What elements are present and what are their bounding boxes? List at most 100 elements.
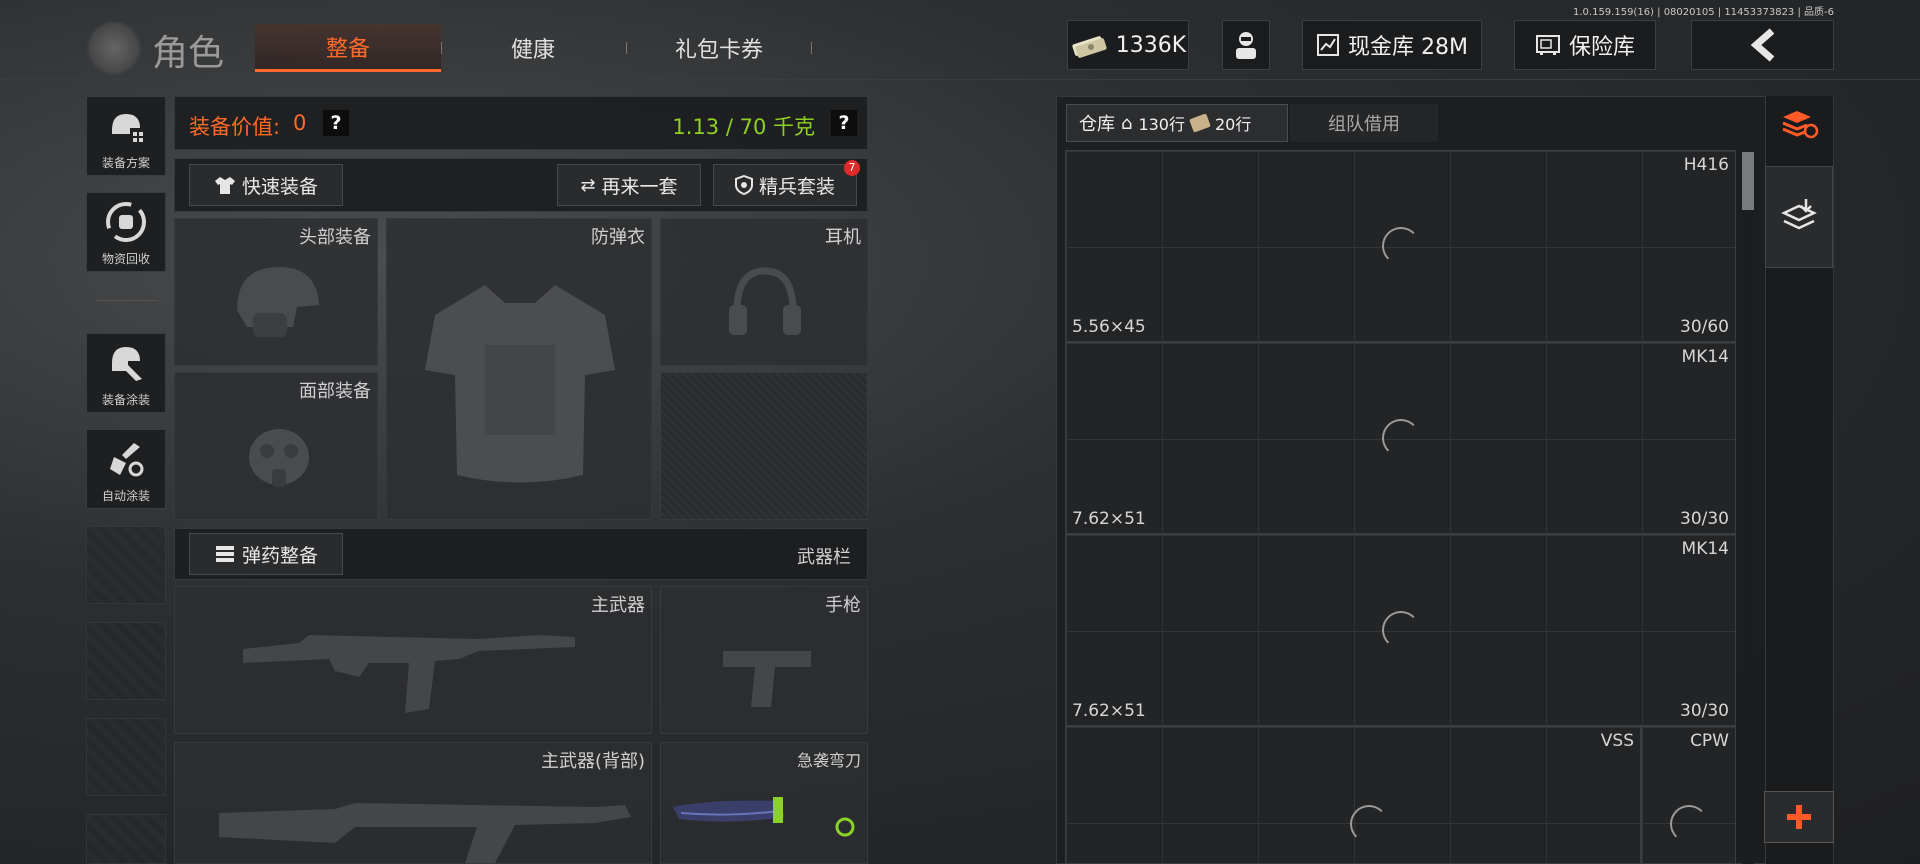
slot-label: 手枪: [825, 595, 861, 616]
chevron-left-icon: [1750, 28, 1774, 62]
sidebar-item-skin[interactable]: 装备涂装: [86, 333, 166, 413]
warehouse-item[interactable]: CPW: [1641, 726, 1736, 864]
cash-vault-button[interactable]: 现金库 28M: [1302, 20, 1482, 70]
item-capacity: 30/60: [1680, 317, 1729, 337]
knife-icon: [673, 797, 855, 837]
slot-label: 急袭弯刀: [796, 751, 861, 770]
loading-spinner-icon: [1670, 805, 1708, 843]
gas-mask-icon: [249, 429, 309, 487]
quick-equip-button[interactable]: 快速装备: [189, 164, 343, 206]
warehouse-item[interactable]: MK14 7.62×51 30/30: [1065, 342, 1736, 534]
add-row-button[interactable]: [1764, 791, 1834, 843]
cash-stack-icon: [1072, 36, 1107, 58]
scrollbar-thumb[interactable]: [1742, 152, 1754, 210]
elite-kit-badge: 7: [844, 160, 860, 176]
refresh-icon: ⇄: [580, 174, 596, 196]
headset-slot[interactable]: 耳机: [660, 218, 868, 366]
layer-download-button[interactable]: [1765, 166, 1833, 268]
helmet-icon: [237, 267, 319, 337]
sidebar-item-label: 装备方案: [101, 156, 150, 170]
rifle-silhouette-icon: [219, 803, 631, 863]
tab-gift-cards[interactable]: 礼包卡券: [627, 24, 811, 72]
value-help-button[interactable]: ?: [323, 110, 349, 136]
tab-equip[interactable]: 整备: [255, 24, 441, 72]
warehouse-item[interactable]: H416 5.56×45 30/60: [1065, 150, 1736, 342]
sidebar-item-loadout-plan[interactable]: 装备方案: [86, 96, 166, 176]
equip-again-button[interactable]: ⇄ 再来一套: [557, 164, 701, 206]
slot-label: 主武器: [591, 595, 645, 616]
primary-weapon-back-slot[interactable]: 主武器(背部): [174, 742, 652, 864]
item-name: CPW: [1690, 731, 1729, 751]
slot-label: 头部装备: [299, 227, 371, 248]
pistol-silhouette-icon: [723, 651, 811, 707]
currency-amount: 1336K: [1115, 32, 1187, 58]
currency-display[interactable]: 1336K: [1067, 20, 1189, 70]
empty-gear-slot: [660, 372, 868, 520]
character-logo-icon: [86, 20, 142, 76]
auto-paint-icon: [110, 442, 144, 476]
pistol-slot[interactable]: 手枪: [660, 586, 868, 734]
item-ammo: 7.62×51: [1072, 509, 1146, 529]
operator-button[interactable]: [1222, 20, 1270, 70]
item-name: MK14: [1681, 347, 1729, 367]
layer-download-icon: [1781, 199, 1817, 230]
weight-readout: 1.13 / 70 千克: [672, 115, 815, 139]
shield-icon: [734, 175, 753, 195]
head-gear-slot[interactable]: 头部装备: [174, 218, 378, 366]
back-button[interactable]: [1691, 20, 1834, 70]
loading-spinner-icon: [1382, 419, 1420, 457]
ammo-prep-label: 弹药整备: [241, 544, 318, 567]
weight-help-button[interactable]: ?: [831, 110, 857, 136]
sort-stack-icon: [1782, 111, 1819, 139]
face-gear-slot[interactable]: 面部装备: [174, 372, 378, 520]
tab-team-borrow[interactable]: 组队借用: [1290, 104, 1438, 142]
ammo-icon: [215, 546, 234, 562]
tab-warehouse[interactable]: 仓库 ⌂ 130行 20行: [1066, 104, 1288, 142]
loading-spinner-icon: [1350, 805, 1388, 843]
equip-again-label: 再来一套: [601, 175, 678, 198]
warehouse-item[interactable]: MK14 7.62×51 30/30: [1065, 534, 1736, 726]
sidebar-item-label: 装备涂装: [101, 393, 150, 407]
warehouse-scrollbar[interactable]: [1742, 150, 1754, 864]
sidebar-empty-slot: [86, 622, 166, 700]
quick-equip-label: 快速装备: [241, 175, 318, 198]
rifle-silhouette-icon: [243, 635, 575, 713]
warehouse-tab-label: 仓库: [1079, 114, 1115, 135]
armor-slot[interactable]: 防弹衣: [386, 218, 652, 520]
warehouse-rows-home: 130行: [1138, 115, 1185, 134]
item-ammo: 7.62×51: [1072, 701, 1146, 721]
warehouse-item[interactable]: VSS: [1065, 726, 1641, 864]
loadout-value: 0: [293, 111, 307, 135]
warehouse-rows-ticket: 20行: [1214, 115, 1252, 134]
loading-spinner-icon: [1382, 611, 1420, 649]
skin-paint-icon: [112, 346, 142, 381]
loadout-value-bar: 装备价值: 0 ? 1.13 / 70 千克 ?: [174, 96, 868, 150]
slot-label: 耳机: [825, 227, 861, 248]
recycle-icon: [106, 201, 146, 242]
loadout-helmet-icon: [112, 113, 143, 142]
headset-icon: [729, 267, 801, 335]
loading-spinner-icon: [1382, 227, 1420, 265]
ammo-prep-button[interactable]: 弹药整备: [189, 533, 343, 575]
insurance-vault-label: 保险库: [1568, 35, 1635, 60]
sidebar-item-recycle[interactable]: 物资回收: [86, 192, 166, 272]
item-capacity: 30/30: [1680, 701, 1729, 721]
melee-slot[interactable]: 急袭弯刀: [660, 742, 868, 864]
tab-health[interactable]: 健康: [442, 24, 624, 72]
item-ammo: 5.56×45: [1072, 317, 1146, 337]
sort-stack-button[interactable]: [1772, 100, 1826, 148]
weapon-bar-label: 武器栏: [797, 547, 851, 568]
sidebar-divider: [96, 300, 158, 301]
safe-icon: [1535, 35, 1560, 55]
item-name: MK14: [1681, 539, 1729, 559]
sidebar-item-auto-paint[interactable]: 自动涂装: [86, 429, 166, 509]
primary-weapon-slot[interactable]: 主武器: [174, 586, 652, 734]
elite-kit-label: 精兵套装: [758, 175, 835, 198]
ticket-icon: [1189, 113, 1211, 133]
body-armor-icon: [425, 285, 615, 483]
elite-kit-button[interactable]: 精兵套装: [713, 164, 857, 206]
sidebar-item-label: 物资回收: [101, 252, 150, 266]
sidebar-empty-slot: [86, 526, 166, 604]
insurance-vault-button[interactable]: 保险库: [1514, 20, 1656, 70]
page-title: 角色: [152, 33, 225, 74]
